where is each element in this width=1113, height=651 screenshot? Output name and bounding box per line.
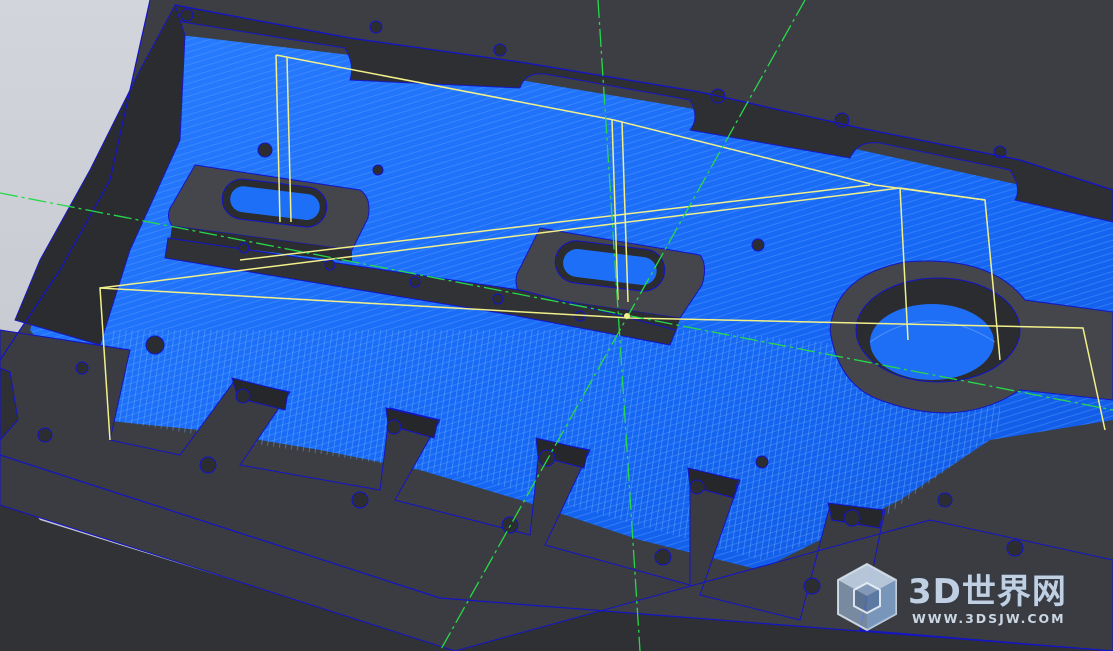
- cam-3d-viewport[interactable]: [0, 0, 1113, 651]
- cube-logo-icon: [837, 562, 897, 632]
- origin-marker: [624, 313, 630, 319]
- watermark-title: 3D世界网: [908, 572, 1067, 612]
- watermark: 3D世界网 WWW.3DSJW.COM: [830, 556, 1100, 636]
- watermark-url: WWW.3DSJW.COM: [912, 611, 1066, 626]
